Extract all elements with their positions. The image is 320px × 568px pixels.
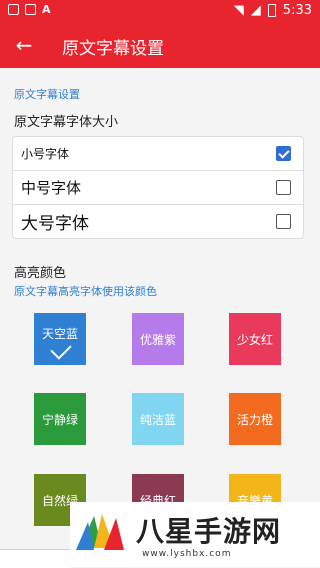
watermark-url: www.lyshbx.com [142,549,232,559]
section-title: 原文字幕设置 [14,88,80,101]
page-title: 原文字幕设置 [62,39,164,59]
swatch-calm-green[interactable]: 宁静绿 [34,393,86,445]
swatch-label: 纯洁蓝 [139,412,176,427]
swatch-vital-orange[interactable]: 活力橙 [229,393,281,445]
swatch-label: 宁静绿 [41,412,78,427]
toolbar: ← 原文字幕设置 [0,24,320,68]
checkbox-medium-font[interactable] [276,180,291,195]
swatch-pure-blue[interactable]: 纯洁蓝 [132,393,184,445]
checkbox-small-font[interactable] [276,146,291,161]
swatch-sky-blue[interactable]: 天空蓝 [34,313,86,365]
option-label: 大号字体 [21,214,89,234]
option-label: 小号字体 [21,147,70,161]
image-icon [8,4,19,15]
photo-icon [25,4,36,15]
swatch-label: 少女红 [236,332,273,347]
checkbox-large-font[interactable] [276,214,291,229]
a-icon: A [42,3,51,16]
watermark-logo-icon [76,514,124,550]
option-medium-font[interactable]: 中号字体 [13,170,303,204]
bottom-bar [0,549,70,568]
option-large-font[interactable]: 大号字体 [13,204,303,238]
watermark-title: 八星手游网 [136,515,282,548]
option-small-font[interactable]: 小号字体 [13,137,303,170]
option-label: 中号字体 [21,179,82,197]
status-bar: A ◥ ◢ 5:33 [0,0,320,24]
watermark: 八星手游网 www.lyshbx.com [70,502,320,567]
font-size-options: 小号字体 中号字体 大号字体 [12,136,304,239]
highlight-color-label: 高亮颜色 [14,266,67,281]
battery-icon [267,4,276,17]
font-size-label: 原文字幕字体大小 [14,115,119,130]
swatch-label: 活力橙 [236,412,273,427]
wifi-icon: ◥ [233,3,244,18]
highlight-color-subtitle: 原文字幕高亮字体使用该颜色 [14,285,157,298]
time: 5:33 [282,3,312,18]
signal-icon: ◢ [250,3,261,18]
swatch-label: 优雅紫 [139,332,176,347]
swatch-girl-red[interactable]: 少女红 [229,313,281,365]
swatch-label: 天空蓝 [41,326,78,341]
arrow-left-icon[interactable]: ← [12,33,36,57]
swatch-elegant-purple[interactable]: 优雅紫 [132,313,184,365]
check-icon [50,338,72,360]
